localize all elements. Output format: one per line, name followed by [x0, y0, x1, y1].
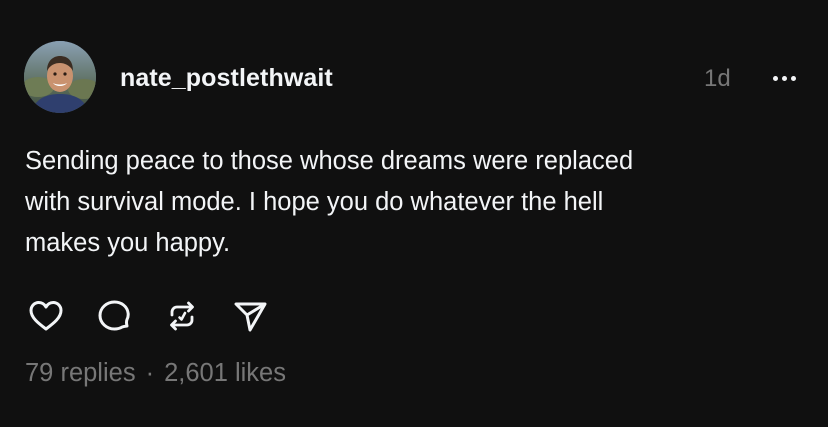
- post-actions: [24, 294, 296, 338]
- repost-icon: [170, 301, 194, 331]
- send-icon: [234, 302, 267, 332]
- author-username[interactable]: nate_postlethwait: [120, 62, 333, 94]
- profile-photo-icon: [24, 41, 96, 113]
- stats-separator: ·: [145, 359, 155, 387]
- likes-count-link[interactable]: 2,601 likes: [164, 359, 286, 387]
- replies-count-link[interactable]: 79 replies: [25, 359, 136, 387]
- post-timestamp: 1d: [704, 65, 731, 92]
- share-button[interactable]: [228, 294, 272, 338]
- more-options-button[interactable]: [762, 62, 806, 94]
- post-body-text: Sending peace to those whose dreams were…: [25, 147, 634, 257]
- avatar[interactable]: [24, 41, 96, 113]
- heart-icon: [29, 301, 63, 331]
- more-horizontal-icon: [772, 75, 778, 81]
- reply-button[interactable]: [92, 294, 136, 338]
- more-dot: [790, 75, 796, 81]
- thread-post: nate_postlethwait 1d Sending peace to th…: [0, 0, 828, 427]
- more-dot: [781, 75, 787, 81]
- comment-icon: [98, 300, 130, 331]
- like-button[interactable]: [24, 294, 68, 338]
- post-stats: 79 replies · 2,601 likes: [25, 356, 286, 390]
- repost-button[interactable]: [160, 294, 204, 338]
